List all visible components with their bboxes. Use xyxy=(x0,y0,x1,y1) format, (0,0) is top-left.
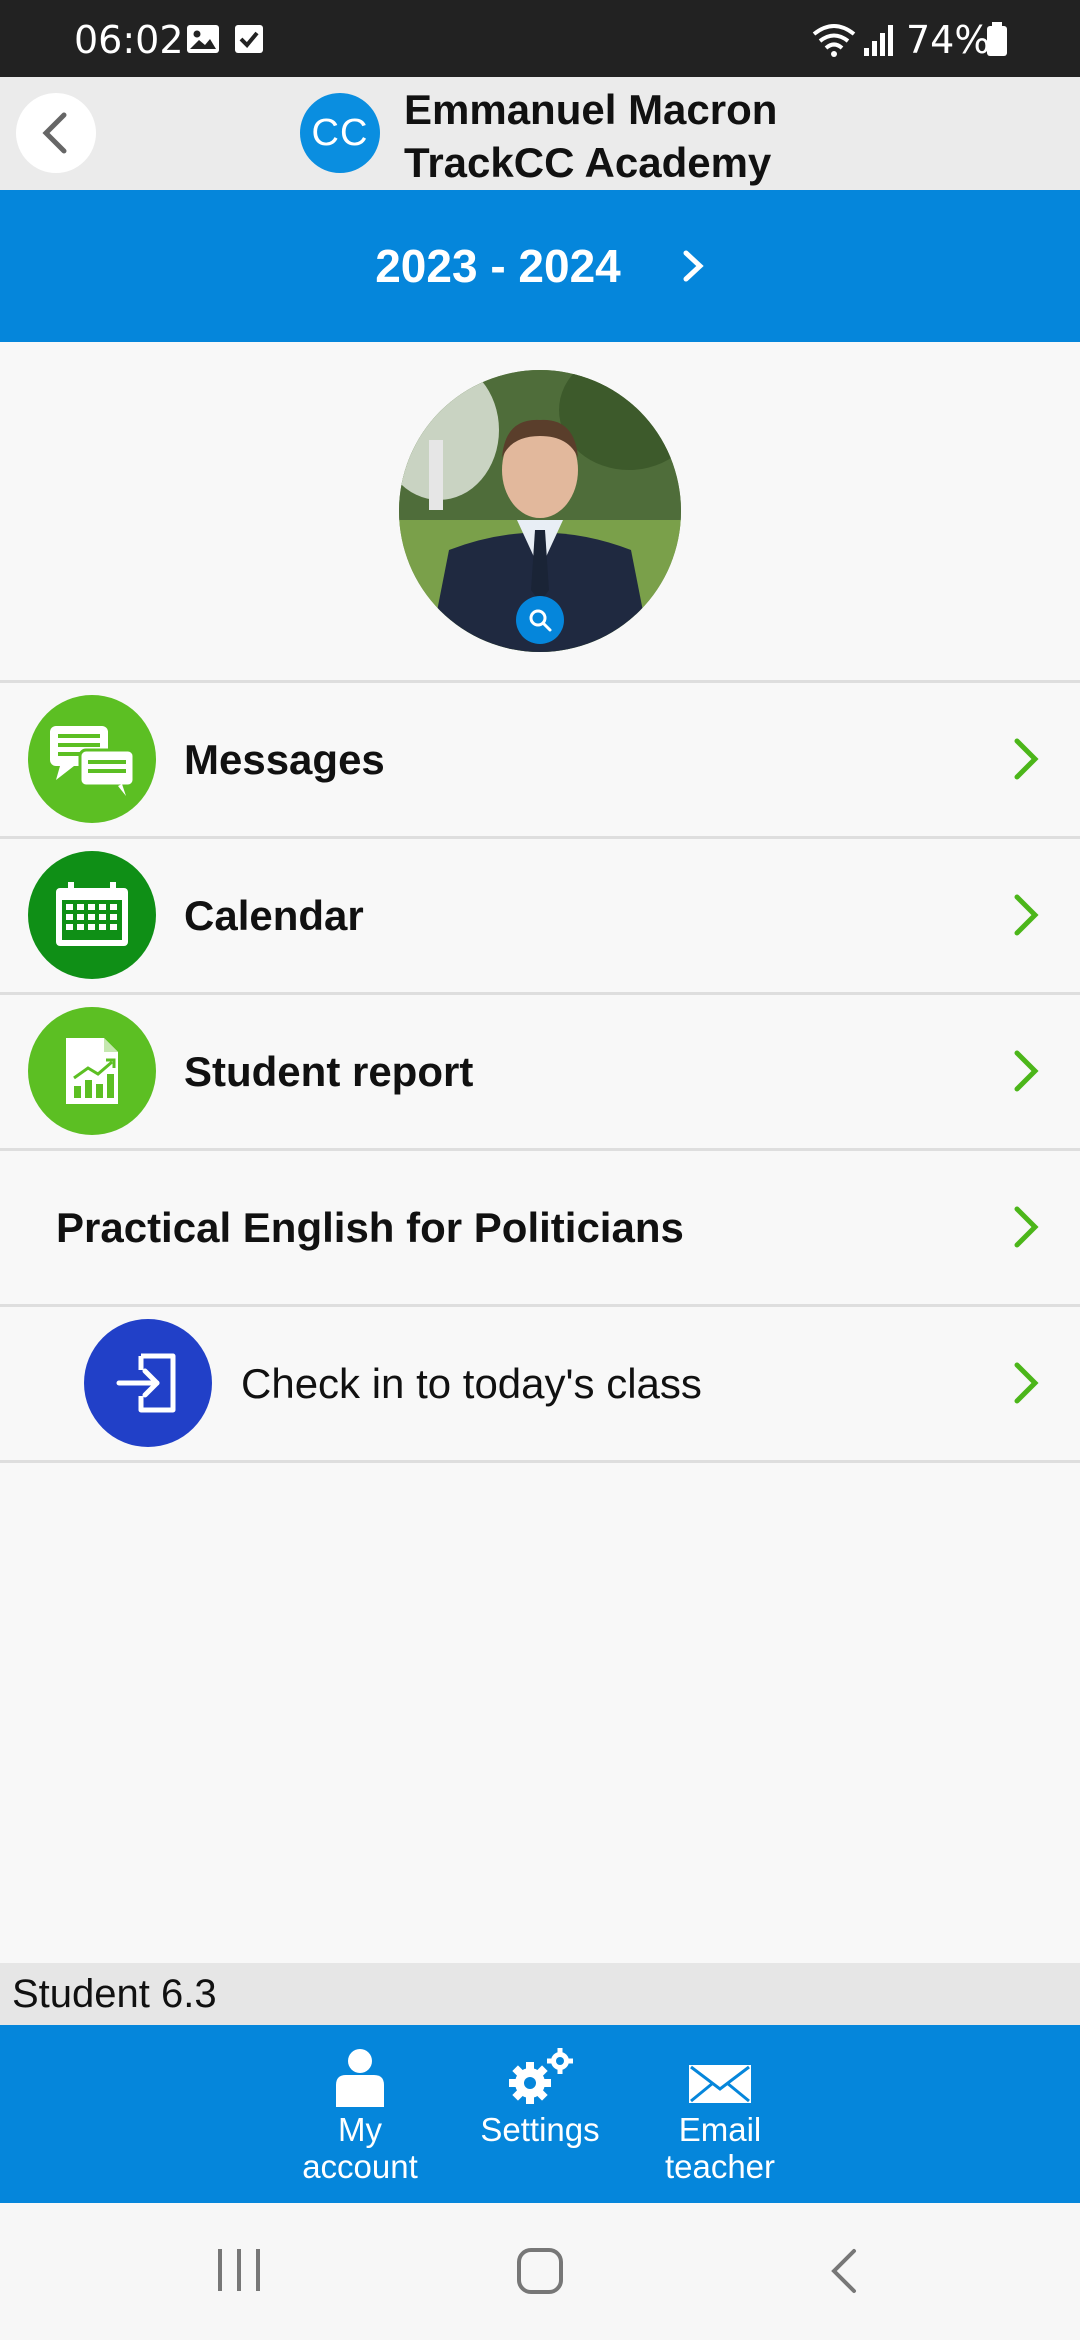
account-icon xyxy=(336,2049,384,2107)
version-label: Student 6.3 xyxy=(12,1972,217,2016)
chevron-right-icon xyxy=(1014,894,1039,936)
nav-settings-label: Settings xyxy=(480,2111,600,2148)
menu-item-calendar[interactable]: Calendar xyxy=(0,836,1080,992)
back-icon xyxy=(831,2249,856,2293)
back-button[interactable] xyxy=(16,93,96,173)
report-icon xyxy=(28,1007,156,1135)
image-icon xyxy=(186,24,220,58)
chevron-right-icon xyxy=(1014,1206,1039,1248)
messages-icon xyxy=(28,695,156,823)
menu-item-course[interactable]: Practical English for Politicians xyxy=(0,1148,1080,1304)
system-back-button[interactable] xyxy=(826,2247,862,2300)
wifi-icon xyxy=(810,22,858,62)
chevron-right-icon[interactable] xyxy=(681,248,705,284)
signal-icon xyxy=(862,24,896,60)
zoom-button[interactable] xyxy=(516,596,564,644)
nav-email-teacher[interactable]: Email teacher xyxy=(640,2025,800,2203)
bottom-nav: My account Settings Email teacher xyxy=(0,2025,1080,2203)
version-bar: Student 6.3 xyxy=(0,1963,1080,2025)
chevron-left-icon xyxy=(42,112,67,154)
status-time: 06:02 xyxy=(74,18,184,62)
school-name: TrackCC Academy xyxy=(404,139,772,186)
home-icon xyxy=(517,2248,563,2294)
nav-email-line1: Email xyxy=(678,2111,762,2148)
nav-settings[interactable]: Settings xyxy=(460,2025,620,2203)
status-bar: 06:02 74% xyxy=(0,0,1080,77)
course-label: Practical English for Politicians xyxy=(56,1204,684,1251)
chevron-right-icon xyxy=(1014,738,1039,780)
messages-label: Messages xyxy=(184,736,385,783)
checkin-label: Check in to today's class xyxy=(241,1360,702,1407)
recent-apps-icon xyxy=(218,2249,260,2291)
nav-my-account-line2: account xyxy=(302,2148,418,2185)
nav-my-account-line1: My xyxy=(338,2111,382,2148)
recent-apps-button[interactable] xyxy=(214,2247,264,2298)
app-logo: CC xyxy=(300,93,380,173)
home-button[interactable] xyxy=(516,2247,564,2300)
search-icon xyxy=(529,609,552,632)
menu-item-student-report[interactable]: Student report xyxy=(0,992,1080,1148)
battery-icon xyxy=(986,22,1008,60)
battery-percent: 74% xyxy=(906,18,991,62)
app-header: CC Emmanuel Macron TrackCC Academy xyxy=(0,77,1080,190)
menu-item-messages[interactable]: Messages xyxy=(0,680,1080,836)
nav-email-line2: teacher xyxy=(664,2148,776,2185)
year-label: 2023 - 2024 xyxy=(375,240,621,292)
year-selector[interactable]: 2023 - 2024 xyxy=(0,190,1080,342)
student-report-label: Student report xyxy=(184,1048,474,1095)
profile-section xyxy=(0,342,1080,680)
student-name: Emmanuel Macron xyxy=(404,86,778,133)
main-menu: Messages Calendar Student report Practic… xyxy=(0,680,1080,1463)
system-nav-bar xyxy=(0,2203,1080,2340)
nav-my-account[interactable]: My account xyxy=(280,2025,440,2203)
checkbox-icon xyxy=(234,24,264,58)
chevron-right-icon xyxy=(1014,1362,1039,1404)
page-title: Emmanuel Macron TrackCC Academy xyxy=(404,83,777,189)
calendar-label: Calendar xyxy=(184,892,364,939)
check-in-icon xyxy=(84,1319,212,1447)
menu-item-checkin[interactable]: Check in to today's class xyxy=(0,1304,1080,1463)
mail-icon xyxy=(689,2065,751,2103)
gear-icon xyxy=(509,2048,573,2104)
chevron-right-icon xyxy=(1014,1050,1039,1092)
calendar-icon xyxy=(28,851,156,979)
